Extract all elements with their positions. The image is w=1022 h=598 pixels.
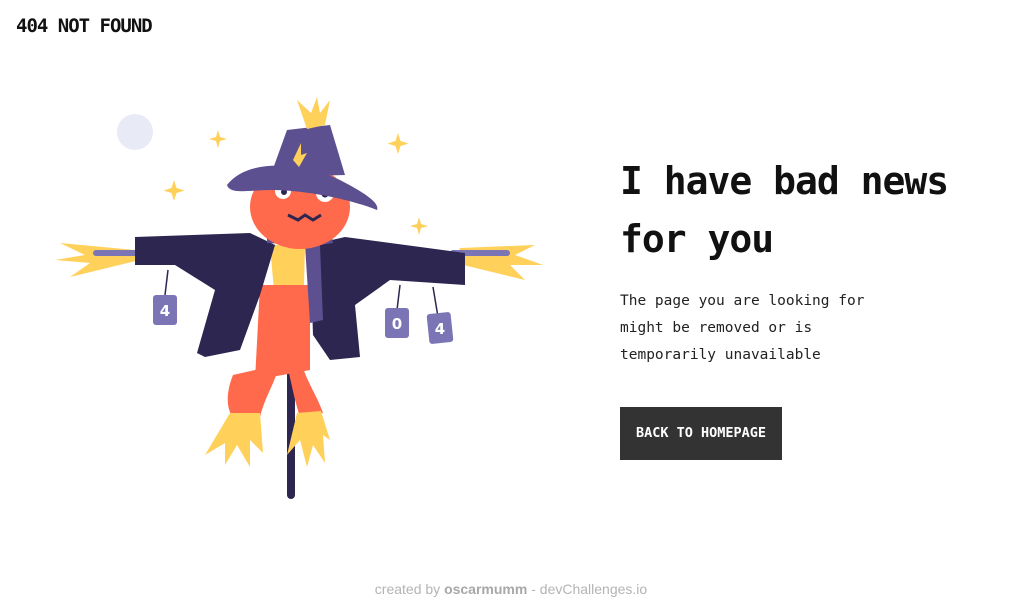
scarecrow-illustration: 4 0 4 [55,95,550,505]
can-label: 4 [435,320,445,338]
footer: created by oscarmumm - devChallenges.io [0,581,1022,597]
can-label: 4 [160,302,170,320]
page-headline: I have bad news for you [620,159,949,261]
back-to-homepage-button[interactable]: BACK TO HOMEPAGE [620,407,783,460]
moon-icon [117,114,153,150]
footer-prefix: created by [374,581,441,597]
footer-site-link[interactable]: devChallenges.io [540,581,647,597]
site-logo[interactable]: 404 NOT FOUND [16,15,153,37]
can-label: 0 [392,315,402,333]
footer-separator: - [531,581,536,597]
error-message: The page you are looking for might be re… [620,293,865,363]
error-content: I have bad news for you The page you are… [620,152,1000,460]
footer-author-link[interactable]: oscarmumm [444,581,527,597]
